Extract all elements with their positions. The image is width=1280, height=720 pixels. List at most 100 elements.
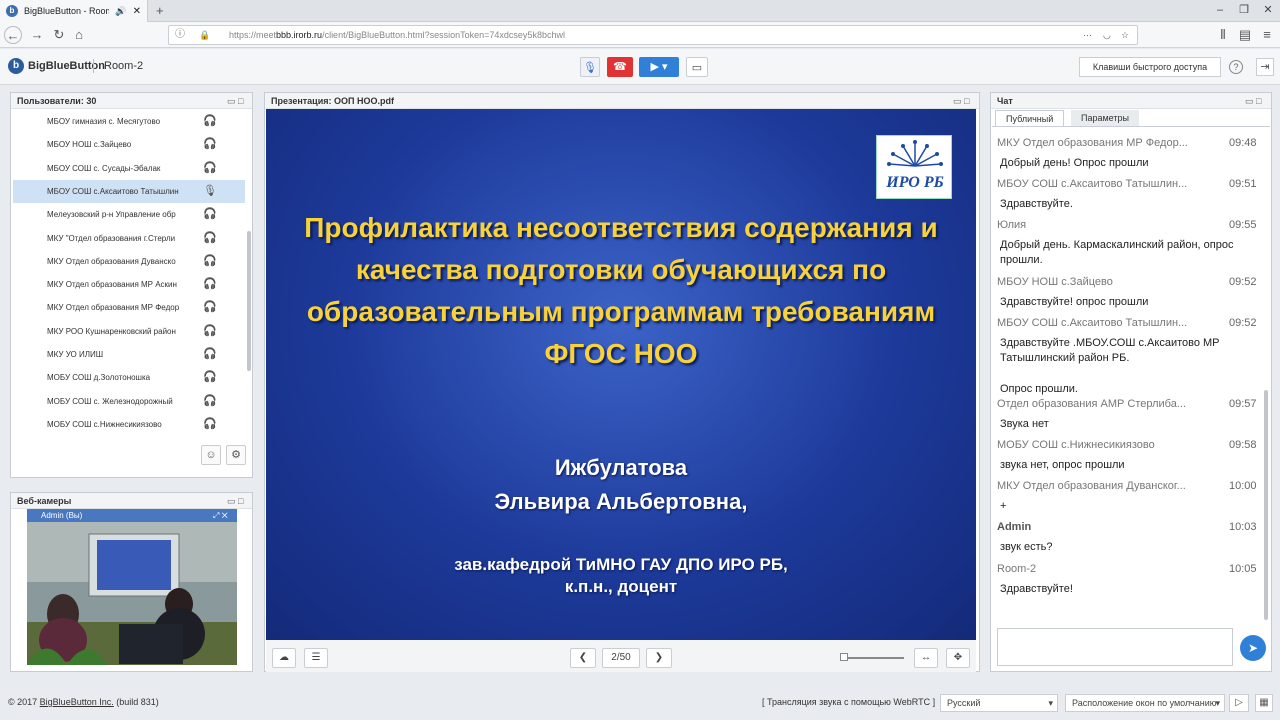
headphones-icon: 🎧 [203, 278, 217, 291]
page-actions-icon[interactable]: ··· [1083, 26, 1092, 44]
webcam-user-label: Admin (Вы) [41, 511, 83, 520]
maximize-icon[interactable]: ❐ [1232, 0, 1256, 20]
user-list-item[interactable]: МБОУ НОШ с.Зайцево 🎧 [13, 133, 245, 156]
library-icon[interactable]: ⫴ [1214, 26, 1232, 44]
chevron-down-icon: ▾ [1048, 698, 1053, 708]
close-window-icon[interactable]: ✕ [1256, 0, 1280, 20]
company-link[interactable]: BigBlueButton Inc. [40, 697, 114, 707]
app-header: b BigBlueButton Room-2 🎙 ☎ ▶ ▾ ▭ Клавиши… [0, 49, 1280, 85]
back-icon[interactable]: ← [4, 26, 22, 44]
pocket-icon[interactable]: ◡ [1103, 26, 1111, 44]
webcam-video-controls[interactable]: ⤢ ✕ [213, 509, 228, 522]
minimize-icon[interactable]: – [1208, 0, 1232, 20]
user-list-item[interactable]: МБОУ гимназия с. Месягутово 🎧 [13, 110, 245, 133]
user-list-item[interactable]: МКУ Отдел образования Дуванско 🎧 [13, 250, 245, 273]
headphones-icon: 🎧 [203, 161, 217, 174]
fit-width-button[interactable]: ↔ [914, 648, 938, 668]
user-name: МКУ Отдел образования МР Федор [47, 303, 180, 313]
users-panel: Пользователи: 30 ▭ □ МБОУ гимназия с. Ме… [10, 92, 253, 478]
user-name: МБОУ СОШ с.Аксаитово Татышлин [47, 186, 179, 196]
user-settings-button[interactable]: ⚙ [226, 445, 246, 465]
panel-window-controls[interactable]: ▭ □ [953, 93, 969, 109]
webcam-button[interactable]: ▶ ▾ [639, 57, 679, 77]
user-list-item[interactable]: МБОУ СОШ с.Аксаитово Татышлин 🎙 [13, 179, 245, 203]
chat-message-text: Здравствуйте! опрос прошли [1000, 296, 1149, 308]
layout-select[interactable]: Расположение окон по умолчанию ▾ [1065, 694, 1225, 712]
upload-presentation-button[interactable]: ☁ [272, 648, 296, 668]
user-list-item[interactable]: МКУ УО ИЛИШ 🎧 [13, 343, 245, 366]
panel-window-controls[interactable]: ▭ □ [227, 93, 243, 109]
close-tab-icon[interactable]: ✕ [133, 6, 141, 17]
poll-button[interactable]: ☰ [304, 648, 328, 668]
users-scrollbar[interactable] [247, 231, 251, 371]
new-tab-icon[interactable]: + [156, 3, 164, 18]
info-icon[interactable]: ⓘ [175, 26, 185, 44]
bookmark-star-icon[interactable]: ☆ [1121, 26, 1129, 44]
user-list-item[interactable]: МОБУ СОШ д.Золотоношка 🎧 [13, 366, 245, 389]
zoom-slider-handle[interactable] [840, 653, 848, 661]
user-list-item[interactable]: МКУ Отдел образования МР Аскин 🎧 [13, 273, 245, 296]
webcam-video[interactable]: Admin (Вы) ⤢ ✕ [27, 509, 237, 665]
sidebar-icon[interactable]: ▤ [1236, 26, 1254, 44]
user-list-item[interactable]: МОБУ СОШ с.Нижнесикиязово 🎧 [13, 413, 245, 436]
chat-scrollbar[interactable] [1264, 390, 1268, 620]
hangup-button[interactable]: ☎ [607, 57, 633, 77]
send-message-button[interactable]: ➤ [1240, 635, 1266, 661]
prev-slide-button[interactable]: ❮ [570, 648, 596, 668]
presentation-title: Презентация: ООП НОО.pdf [271, 96, 394, 106]
chat-message-sender: МКУ Отдел образования Дуванског... [997, 480, 1186, 492]
user-list-item[interactable]: МОБУ СОШ с. Железнодорожный 🎧 [13, 390, 245, 413]
shortcuts-button[interactable]: Клавиши быстрого доступа [1079, 57, 1221, 77]
slide-title: Профилактика несоответствия содержания и… [304, 212, 938, 369]
chat-message-time: 10:05 [1229, 563, 1257, 575]
speaker-icon[interactable]: 🔊 [115, 6, 126, 17]
chat-message-input[interactable] [997, 628, 1233, 666]
user-list-item[interactable]: МКУ Отдел образования МР Федор 🎧 [13, 296, 245, 319]
layout-options-button[interactable]: ▦ [1255, 694, 1273, 712]
audio-status-text: [ Трансляция звука с помощью WebRTC ] [762, 697, 936, 707]
chat-message-time: 09:52 [1229, 317, 1257, 329]
next-slide-button[interactable]: ❯ [646, 648, 672, 668]
browser-tab[interactable]: b BigBlueButton - Room-2 🔊 ✕ [0, 0, 148, 22]
menu-icon[interactable]: ≡ [1258, 26, 1276, 44]
copyright-text: © 2017 [8, 697, 38, 707]
emoji-status-button[interactable]: ☺ [201, 445, 221, 465]
panel-window-controls[interactable]: ▭ □ [1245, 93, 1261, 109]
slide-page-indicator[interactable]: 2/50 [602, 648, 640, 668]
chat-message-text: Добрый день! Опрос прошли [1000, 157, 1149, 169]
desktop-share-button[interactable]: ▭ [686, 57, 708, 77]
forward-icon[interactable]: → [28, 26, 46, 44]
home-icon[interactable]: ⌂ [70, 26, 88, 44]
url-suffix: /client/BigBlueButton.html?sessionToken=… [322, 30, 565, 40]
user-list-item[interactable]: МБОУ СОШ с. Сусады-Эбалак 🎧 [13, 157, 245, 180]
url-bar[interactable]: ⓘ 🔒 https://meetbbb.irorb.ru/client/BigB… [168, 25, 1138, 45]
chat-message-text: Добрый день. Кармаскалинский район, опро… [1000, 239, 1234, 266]
headphones-icon: 🎧 [203, 417, 217, 430]
user-list-item[interactable]: МКУ "Отдел образования г.Стерли 🎧 [13, 227, 245, 250]
fit-page-button[interactable]: ✥ [946, 648, 970, 668]
chat-message-time: 09:51 [1229, 178, 1257, 190]
reload-icon[interactable]: ↻ [50, 26, 68, 44]
language-select[interactable]: Русский ▾ [940, 694, 1058, 712]
chat-tab-underline [992, 126, 1270, 127]
tab-chat-options[interactable]: Параметры [1071, 110, 1139, 126]
help-icon[interactable]: ? [1229, 60, 1243, 74]
panel-window-controls[interactable]: ▭ □ [227, 493, 243, 509]
browser-nav-bar: ← → ↻ ⌂ ⓘ 🔒 https://meetbbb.irorb.ru/cli… [0, 22, 1280, 48]
zoom-slider[interactable] [842, 657, 904, 659]
webcam-scene-image [27, 522, 237, 665]
chat-message-time: 10:00 [1229, 480, 1257, 492]
microphone-button[interactable]: 🎙 [580, 57, 600, 77]
users-panel-header: Пользователи: 30 ▭ □ [11, 93, 252, 109]
chat-panel-title: Чат [997, 96, 1013, 106]
user-list-item[interactable]: МКУ РОО Кушнаренковский район 🎧 [13, 320, 245, 343]
url-prefix: https://meet [229, 30, 277, 40]
microphone-icon: 🎙 [203, 184, 217, 197]
user-list-item[interactable]: Мелеузовский р-н Управление обр 🎧 [13, 203, 245, 226]
layout-select-value: Расположение окон по умолчанию [1072, 698, 1217, 708]
users-panel-title: Пользователи: 30 [17, 96, 97, 106]
language-select-value: Русский [947, 698, 981, 708]
logout-icon[interactable]: ⇥ [1256, 58, 1274, 76]
tab-public-chat[interactable]: Публичный [995, 110, 1065, 126]
apply-layout-button[interactable]: ▷ [1229, 694, 1249, 712]
